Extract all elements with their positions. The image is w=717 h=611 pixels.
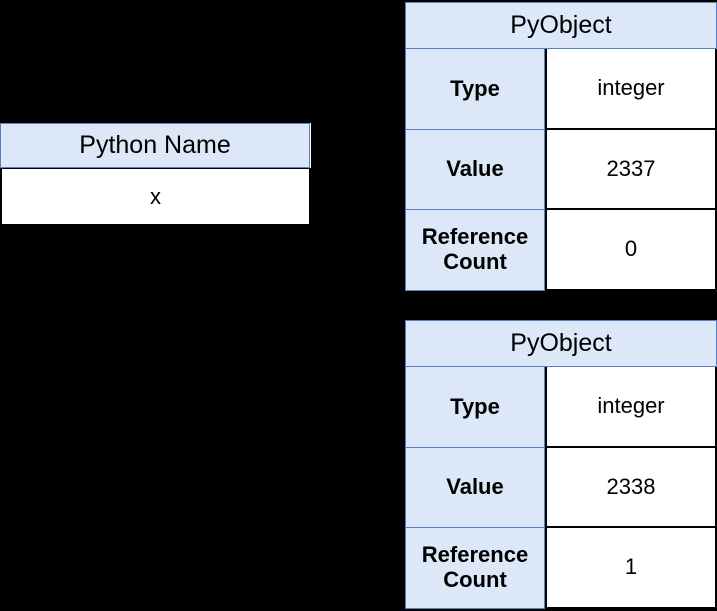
pyobject-1-type-label: Type — [405, 367, 545, 448]
pyobject-box-1: PyObject Type integer Value 2338 Referen… — [405, 320, 717, 609]
pyobject-1-value-label: Value — [405, 448, 545, 528]
pyobject-header-1: PyObject — [405, 320, 717, 367]
pyobject-0-value-value: 2337 — [545, 130, 717, 210]
pyobject-1-refcount-value: 1 — [545, 528, 717, 609]
pyobject-header-0: PyObject — [405, 2, 717, 49]
pyobject-0-type-value: integer — [545, 49, 717, 130]
python-name-box: Python Name x — [0, 123, 311, 226]
pyobject-1-value-value: 2338 — [545, 448, 717, 528]
table-row: Type integer — [405, 49, 717, 130]
pyobject-0-type-label: Type — [405, 49, 545, 130]
table-row: Value 2337 — [405, 130, 717, 210]
pyobject-0-refcount-value: 0 — [545, 210, 717, 291]
table-row: Value 2338 — [405, 448, 717, 528]
pyobject-box-0: PyObject Type integer Value 2337 Referen… — [405, 2, 717, 291]
python-name-value: x — [0, 168, 311, 226]
table-row: Reference Count 1 — [405, 528, 717, 609]
pyobject-0-refcount-label: Reference Count — [405, 210, 545, 291]
table-row: Reference Count 0 — [405, 210, 717, 291]
table-row: Type integer — [405, 367, 717, 448]
python-name-header: Python Name — [0, 123, 310, 168]
pyobject-0-value-label: Value — [405, 130, 545, 210]
pyobject-1-type-value: integer — [545, 367, 717, 448]
pyobject-1-refcount-label: Reference Count — [405, 528, 545, 609]
